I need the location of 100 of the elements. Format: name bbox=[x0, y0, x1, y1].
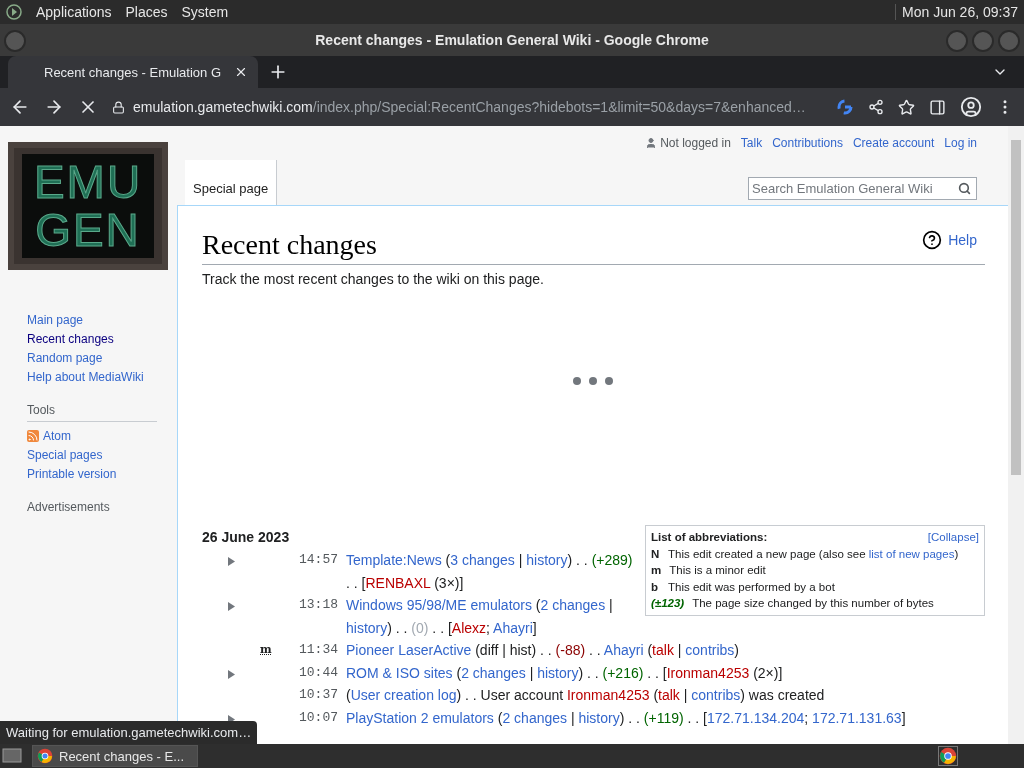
legend-text: This edit was performed by a bot bbox=[668, 579, 836, 595]
status-bubble: Waiting for emulation.gametechwiki.com… bbox=[0, 721, 258, 744]
sidebar-link[interactable]: Recent changes bbox=[27, 331, 177, 347]
entry-link[interactable]: talk bbox=[658, 687, 680, 703]
panel-menu[interactable]: Applications bbox=[36, 4, 112, 20]
legend-text: The page size changed by this number of bytes bbox=[692, 596, 935, 611]
entry-link[interactable]: Ahayri bbox=[603, 642, 644, 658]
collapse-link[interactable]: [Collapse] bbox=[927, 529, 979, 546]
change-time: 10:07 bbox=[298, 708, 339, 727]
logo-text: GEN bbox=[35, 206, 141, 254]
legend-key: (±123) bbox=[651, 595, 685, 612]
change-entry: PlayStation 2 emulators (2 changes | history) . . (+119) . . [172.71.134.204; 172.71.131.63] bbox=[346, 708, 907, 728]
entry-link[interactable]: Windows 95/98/ME emulators bbox=[346, 597, 532, 613]
minor-edit-label: m bbox=[260, 642, 273, 658]
panel-menu[interactable]: Places bbox=[125, 4, 168, 20]
personal-link[interactable]: Log in bbox=[944, 136, 977, 150]
entry-link[interactable]: list of new pages bbox=[868, 547, 955, 560]
legend-text: This edit created a new page (also see list of new pages) bbox=[668, 546, 960, 562]
change-time: 11:34 bbox=[298, 641, 339, 659]
legend-text: This is a minor edit bbox=[669, 563, 767, 578]
entry-link[interactable]: 2 changes bbox=[502, 709, 568, 726]
size-change: (-88) bbox=[555, 642, 586, 658]
sidebar-link[interactable]: Random page bbox=[27, 350, 177, 366]
entry-link[interactable]: contribs bbox=[685, 642, 735, 658]
personal-link[interactable]: Create account bbox=[852, 136, 935, 150]
entry-link[interactable]: RENBAXL bbox=[365, 574, 431, 591]
window-title: Recent changes - Emulation General Wiki - Google Chrome bbox=[315, 32, 709, 48]
entry-link[interactable]: Ahayri bbox=[493, 619, 533, 636]
size-change: (+289) bbox=[591, 552, 633, 568]
user-icon bbox=[645, 137, 658, 149]
login-status: Not logged in bbox=[660, 136, 731, 150]
sidebar-link[interactable]: Special pages bbox=[27, 447, 177, 463]
entry-link[interactable]: Template:News bbox=[346, 552, 442, 568]
change-entry: ROM & ISO sites (2 changes | history) . . (+216) . . [Ironman4253 (2×)] bbox=[346, 663, 784, 683]
entry-link[interactable]: history bbox=[578, 709, 620, 726]
browser-logo-icon bbox=[939, 747, 957, 765]
close-icon[interactable] bbox=[234, 65, 248, 79]
namespace-tab[interactable]: Special page bbox=[185, 160, 278, 205]
logo-text: EMU bbox=[33, 158, 143, 206]
intro-text: Track the most recent changes to the wiki on this page. bbox=[202, 271, 545, 287]
legend-key: m bbox=[651, 562, 662, 579]
clock[interactable]: Mon Jun 26, 09:37 bbox=[895, 4, 1018, 20]
entry-link[interactable]: 2 changes bbox=[461, 664, 526, 681]
entry-link[interactable]: talk bbox=[652, 642, 674, 658]
help-link[interactable]: Help bbox=[922, 230, 977, 250]
change-entry: Template:News (3 changes | history) . . (+289) . . [RENBAXL (3×)] bbox=[346, 551, 634, 593]
loading-dots-icon bbox=[571, 376, 616, 386]
sidebar-heading: Advertisements bbox=[27, 500, 111, 514]
sidebar-link[interactable]: Help about MediaWiki bbox=[27, 369, 177, 385]
entry-link[interactable]: contribs bbox=[691, 687, 741, 703]
legend-key: N bbox=[651, 545, 660, 562]
sidebar-link[interactable]: Main page bbox=[27, 312, 177, 328]
change-time: 10:44 bbox=[298, 663, 339, 682]
profile-icon[interactable] bbox=[960, 96, 982, 118]
entry-link[interactable]: 2 changes bbox=[540, 597, 606, 613]
entry-link[interactable]: history bbox=[346, 619, 388, 636]
entry-link[interactable]: PlayStation 2 emulators bbox=[346, 709, 494, 726]
desktop-icon[interactable] bbox=[2, 747, 22, 765]
change-entry: (User creation log) . . User account Ironman4253 (talk | contribs) was created bbox=[346, 686, 826, 705]
sidebar-link[interactable]: Printable version bbox=[27, 466, 177, 482]
browser-tab[interactable]: Recent changes - Emulation G bbox=[8, 56, 258, 88]
personal-link[interactable]: Talk bbox=[740, 136, 763, 150]
scrollbar[interactable] bbox=[1008, 126, 1024, 744]
taskbar-button[interactable]: Recent changes - E... bbox=[32, 745, 198, 767]
entry-link[interactable]: Ironman4253 bbox=[666, 664, 750, 681]
star-icon[interactable] bbox=[898, 98, 915, 116]
sidebar-heading: Tools bbox=[27, 403, 157, 422]
site-logo[interactable]: EMU GEN bbox=[8, 142, 168, 270]
entry-link[interactable]: ROM & ISO sites bbox=[346, 664, 453, 681]
entry-link[interactable]: Pioneer LaserActive bbox=[346, 642, 472, 658]
lock-icon bbox=[112, 100, 125, 114]
entry-link[interactable]: 3 changes bbox=[450, 552, 515, 568]
size-change: (+119) bbox=[643, 709, 684, 726]
entry-link[interactable]: 172.71.131.63 bbox=[812, 709, 902, 726]
search-icon[interactable] bbox=[958, 182, 971, 195]
panel-menu[interactable]: System bbox=[181, 4, 229, 20]
search-field[interactable]: Search Emulation General Wiki bbox=[748, 177, 977, 200]
change-time: 14:57 bbox=[298, 551, 339, 569]
system-logo-icon[interactable] bbox=[6, 4, 22, 20]
personal-link[interactable]: Contributions bbox=[772, 136, 843, 150]
size-change: (+216) bbox=[602, 664, 644, 681]
legend-title: List of abbreviations: bbox=[651, 530, 768, 545]
change-entry: Pioneer LaserActive (diff | hist) . . (-88) . . Ahayri (talk | contribs) bbox=[346, 641, 740, 660]
entry-link[interactable]: User creation log bbox=[350, 687, 457, 703]
change-entry: Windows 95/98/ME emulators (2 changes | history) . . (0) . . [Alexz; Ahayri] bbox=[346, 596, 614, 638]
change-time: 13:18 bbox=[298, 596, 339, 614]
share-icon[interactable] bbox=[868, 99, 884, 115]
change-time: 10:37 bbox=[298, 686, 339, 704]
side-panel-icon[interactable] bbox=[929, 98, 946, 116]
help-icon bbox=[922, 230, 943, 250]
sidebar-link[interactable]: Atom bbox=[27, 428, 177, 444]
browser-logo-icon bbox=[37, 748, 53, 764]
entry-link[interactable]: Ironman4253 bbox=[567, 687, 650, 703]
legend-key: b bbox=[651, 578, 660, 595]
entry-link[interactable]: history bbox=[537, 664, 579, 681]
page-heading: Recent changes bbox=[202, 228, 377, 262]
feed-icon bbox=[27, 430, 39, 442]
date-heading: 26 June 2023 bbox=[202, 529, 291, 545]
entry-link[interactable]: history bbox=[526, 552, 568, 568]
size-change: (0) bbox=[411, 619, 429, 636]
